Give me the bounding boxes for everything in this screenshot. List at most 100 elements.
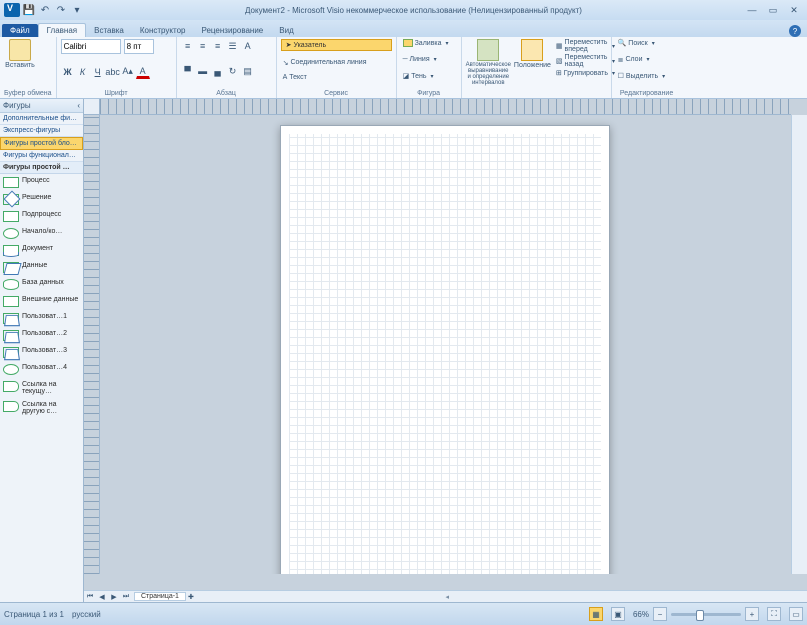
font-name-select[interactable]: [61, 39, 121, 54]
zoom-value[interactable]: 66%: [633, 610, 649, 619]
align-right-icon[interactable]: ≡: [211, 39, 225, 53]
page-nav-last[interactable]: ⏭: [120, 593, 132, 601]
rotate-icon[interactable]: ↻: [226, 64, 240, 78]
stencil-section[interactable]: Фигуры функционал…: [0, 150, 83, 162]
window-title: Документ2 - Microsoft Visio некоммерческ…: [84, 6, 743, 15]
stencil-section[interactable]: Экспресс-фигуры: [0, 125, 83, 137]
qat-undo-icon[interactable]: ↶: [38, 3, 52, 17]
stencil-section[interactable]: Дополнительные фи…: [0, 113, 83, 125]
position-label: Положение: [514, 62, 551, 69]
connector-label: Соединительная линия: [290, 59, 366, 66]
tab-design[interactable]: Конструктор: [132, 24, 194, 37]
pointer-tool-button[interactable]: ➤Указатель: [281, 39, 392, 51]
align-left-icon[interactable]: ≡: [181, 39, 195, 53]
vertical-scrollbar[interactable]: [791, 115, 807, 574]
status-language[interactable]: русский: [72, 610, 101, 619]
send-back-button[interactable]: ▧Переместить назад: [554, 54, 617, 68]
stencil-section[interactable]: Фигуры простой бло…: [0, 137, 83, 150]
tab-view[interactable]: Вид: [271, 24, 301, 37]
shape-item[interactable]: Пользоват…4: [0, 361, 83, 378]
add-page-button[interactable]: ✚: [188, 593, 194, 601]
position-button[interactable]: Положение: [514, 39, 551, 69]
page-nav-next[interactable]: ▶: [108, 593, 120, 601]
auto-align-button[interactable]: Автоматическое выравнивание и определени…: [466, 39, 511, 86]
page-nav-first[interactable]: ⏮: [84, 593, 96, 601]
tab-file[interactable]: Файл: [2, 24, 38, 37]
drawing-page[interactable]: [280, 125, 610, 574]
drawing-stage[interactable]: [100, 115, 791, 574]
page-nav-prev[interactable]: ◀: [96, 593, 108, 601]
text-tool-button[interactable]: AТекст: [281, 74, 392, 81]
shape-item[interactable]: Ссылка на текущу…: [0, 378, 83, 398]
shape-item[interactable]: Ссылка на другую с…: [0, 398, 83, 418]
strike-button[interactable]: abc: [106, 65, 120, 79]
back-label: Переместить назад: [565, 54, 608, 68]
view-fullscreen-button[interactable]: ▣: [611, 607, 625, 621]
pan-zoom-button[interactable]: ▭: [789, 607, 803, 621]
search-icon: 🔍: [618, 39, 627, 47]
view-normal-button[interactable]: ▦: [589, 607, 603, 621]
bring-front-button[interactable]: ▦Переместить вперед: [554, 39, 617, 53]
font-size-select[interactable]: [124, 39, 154, 54]
layers-button[interactable]: ≣Слои: [616, 56, 678, 64]
auto-align-icon: [477, 39, 499, 61]
valign-bot-icon[interactable]: ▄: [211, 64, 225, 78]
italic-button[interactable]: К: [76, 65, 90, 79]
line-button[interactable]: ─Линия: [401, 56, 457, 63]
minimize-button[interactable]: —: [743, 4, 761, 16]
title-bar: 💾 ↶ ↷ ▾ Документ2 - Microsoft Visio неко…: [0, 0, 807, 20]
align-center-icon[interactable]: ≡: [196, 39, 210, 53]
close-button[interactable]: ✕: [785, 4, 803, 16]
vertical-ruler[interactable]: [84, 115, 100, 574]
tab-home[interactable]: Главная: [38, 23, 86, 37]
font-color-button[interactable]: A: [136, 65, 150, 79]
zoom-in-button[interactable]: +: [745, 607, 759, 621]
group-icon: ⊞: [556, 69, 562, 77]
shape-item[interactable]: Данные: [0, 259, 83, 276]
ribbon-tabstrip: Файл Главная Вставка Конструктор Рецензи…: [0, 20, 807, 37]
shape-item[interactable]: Начало/ко…: [0, 225, 83, 242]
qat-redo-icon[interactable]: ↷: [54, 3, 68, 17]
group-font: Ж К Ч abc A▴ A Шрифт: [57, 37, 177, 98]
shape-item[interactable]: Пользоват…1: [0, 310, 83, 327]
shape-item[interactable]: Документ: [0, 242, 83, 259]
shape-item[interactable]: Пользоват…3: [0, 344, 83, 361]
qat-save-icon[interactable]: 💾: [22, 3, 36, 17]
shadow-button[interactable]: ◪Тень: [401, 72, 457, 80]
shape-item[interactable]: Подпроцесс: [0, 208, 83, 225]
fill-button[interactable]: Заливка: [401, 39, 457, 47]
zoom-out-button[interactable]: −: [653, 607, 667, 621]
bullets-icon[interactable]: ☰: [226, 39, 240, 53]
indent-icon[interactable]: ▤: [241, 64, 255, 78]
shape-item[interactable]: Внешние данные: [0, 293, 83, 310]
horizontal-ruler[interactable]: [100, 99, 791, 115]
help-icon[interactable]: ?: [789, 25, 801, 37]
shadow-icon: ◪: [403, 72, 410, 80]
connector-tool-button[interactable]: ↘Соединительная линия: [281, 59, 392, 67]
tab-insert[interactable]: Вставка: [86, 24, 132, 37]
valign-mid-icon[interactable]: ▬: [196, 64, 210, 78]
maximize-button[interactable]: ▭: [764, 4, 782, 16]
zoom-control: 66% − +: [633, 607, 759, 621]
shape-item[interactable]: Процесс: [0, 174, 83, 191]
zoom-slider[interactable]: [671, 613, 741, 616]
shape-item[interactable]: Решение: [0, 191, 83, 208]
qat-more-icon[interactable]: ▾: [70, 3, 84, 17]
tab-review[interactable]: Рецензирование: [193, 24, 271, 37]
find-button[interactable]: 🔍Поиск: [616, 39, 678, 47]
valign-top-icon[interactable]: ▀: [181, 64, 195, 78]
shape-glyph-icon: [3, 228, 19, 239]
underline-button[interactable]: Ч: [91, 65, 105, 79]
shape-item[interactable]: Пользоват…2: [0, 327, 83, 344]
bold-button[interactable]: Ж: [61, 65, 75, 79]
select-button[interactable]: ☐Выделить: [616, 72, 678, 80]
page-tab-1[interactable]: Страница-1: [134, 592, 186, 601]
group-button[interactable]: ⊞Группировать: [554, 69, 617, 77]
shape-item[interactable]: База данных: [0, 276, 83, 293]
paste-button[interactable]: Вставить: [4, 39, 36, 69]
fit-page-button[interactable]: ⛶: [767, 607, 781, 621]
chevron-left-icon[interactable]: ‹: [77, 101, 80, 110]
spacing-icon[interactable]: A: [241, 39, 255, 53]
pointer-icon: ➤: [286, 41, 292, 49]
font-grow-icon[interactable]: A▴: [121, 65, 135, 79]
